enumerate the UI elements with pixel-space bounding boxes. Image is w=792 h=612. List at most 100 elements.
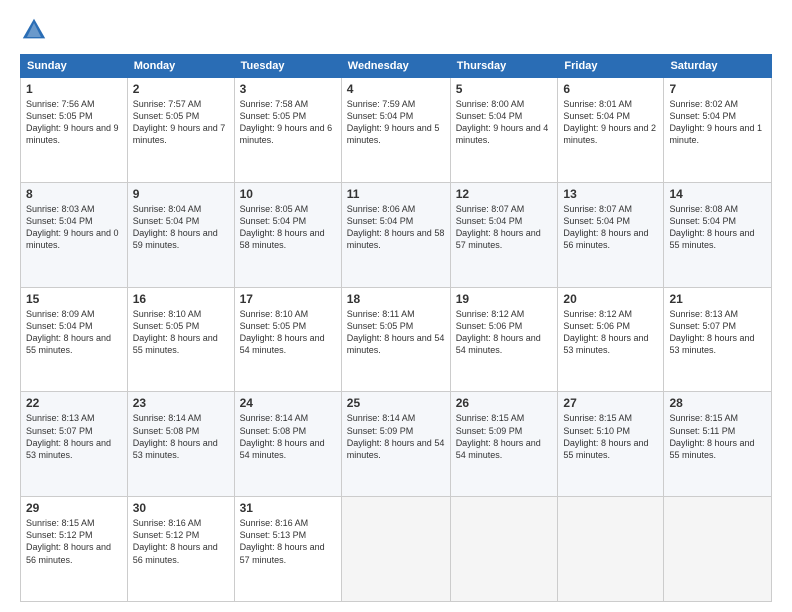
day-info: Sunrise: 7:57 AM Sunset: 5:05 PM Dayligh… xyxy=(133,98,229,147)
day-number: 13 xyxy=(563,187,658,201)
calendar-cell: 21 Sunrise: 8:13 AM Sunset: 5:07 PM Dayli… xyxy=(664,287,772,392)
calendar-cell: 3 Sunrise: 7:58 AM Sunset: 5:05 PM Daylig… xyxy=(234,78,341,183)
day-number: 18 xyxy=(347,292,445,306)
calendar-cell: 11 Sunrise: 8:06 AM Sunset: 5:04 PM Dayli… xyxy=(341,182,450,287)
calendar-table: SundayMondayTuesdayWednesdayThursdayFrid… xyxy=(20,54,772,602)
day-info: Sunrise: 8:12 AM Sunset: 5:06 PM Dayligh… xyxy=(456,308,553,357)
day-number: 5 xyxy=(456,82,553,96)
day-number: 1 xyxy=(26,82,122,96)
day-header-saturday: Saturday xyxy=(664,55,772,78)
day-info: Sunrise: 8:00 AM Sunset: 5:04 PM Dayligh… xyxy=(456,98,553,147)
day-info: Sunrise: 8:15 AM Sunset: 5:11 PM Dayligh… xyxy=(669,412,766,461)
calendar-cell: 7 Sunrise: 8:02 AM Sunset: 5:04 PM Daylig… xyxy=(664,78,772,183)
day-number: 24 xyxy=(240,396,336,410)
day-number: 11 xyxy=(347,187,445,201)
day-number: 30 xyxy=(133,501,229,515)
day-info: Sunrise: 8:15 AM Sunset: 5:12 PM Dayligh… xyxy=(26,517,122,566)
calendar-cell: 26Sunrise: 8:15 AM Sunset: 5:09 PM Dayli… xyxy=(450,392,558,497)
day-number: 6 xyxy=(563,82,658,96)
day-header-friday: Friday xyxy=(558,55,664,78)
day-info: Sunrise: 7:56 AM Sunset: 5:05 PM Dayligh… xyxy=(26,98,122,147)
calendar-week-1: 1 Sunrise: 7:56 AM Sunset: 5:05 PM Daylig… xyxy=(21,78,772,183)
day-number: 21 xyxy=(669,292,766,306)
day-number: 9 xyxy=(133,187,229,201)
day-number: 19 xyxy=(456,292,553,306)
day-info: Sunrise: 8:14 AM Sunset: 5:08 PM Dayligh… xyxy=(240,412,336,461)
calendar-cell: 31Sunrise: 8:16 AM Sunset: 5:13 PM Dayli… xyxy=(234,497,341,602)
calendar-week-3: 15 Sunrise: 8:09 AM Sunset: 5:04 PM Dayli… xyxy=(21,287,772,392)
calendar-cell: 25 Sunrise: 8:14 AM Sunset: 5:09 PM Dayli… xyxy=(341,392,450,497)
day-info: Sunrise: 8:11 AM Sunset: 5:05 PM Dayligh… xyxy=(347,308,445,357)
day-number: 10 xyxy=(240,187,336,201)
day-info: Sunrise: 8:06 AM Sunset: 5:04 PM Dayligh… xyxy=(347,203,445,252)
calendar-cell: 1 Sunrise: 7:56 AM Sunset: 5:05 PM Daylig… xyxy=(21,78,128,183)
calendar-cell: 24 Sunrise: 8:14 AM Sunset: 5:08 PM Dayli… xyxy=(234,392,341,497)
day-header-monday: Monday xyxy=(127,55,234,78)
calendar-cell: 16 Sunrise: 8:10 AM Sunset: 5:05 PM Dayli… xyxy=(127,287,234,392)
day-info: Sunrise: 8:07 AM Sunset: 5:04 PM Dayligh… xyxy=(563,203,658,252)
day-number: 8 xyxy=(26,187,122,201)
day-number: 2 xyxy=(133,82,229,96)
day-info: Sunrise: 8:02 AM Sunset: 5:04 PM Dayligh… xyxy=(669,98,766,147)
day-info: Sunrise: 8:13 AM Sunset: 5:07 PM Dayligh… xyxy=(26,412,122,461)
day-number: 28 xyxy=(669,396,766,410)
calendar-cell: 10Sunrise: 8:05 AM Sunset: 5:04 PM Dayli… xyxy=(234,182,341,287)
calendar-cell: 2 Sunrise: 7:57 AM Sunset: 5:05 PM Daylig… xyxy=(127,78,234,183)
day-info: Sunrise: 8:15 AM Sunset: 5:10 PM Dayligh… xyxy=(563,412,658,461)
day-number: 22 xyxy=(26,396,122,410)
calendar-cell: 6 Sunrise: 8:01 AM Sunset: 5:04 PM Daylig… xyxy=(558,78,664,183)
day-number: 4 xyxy=(347,82,445,96)
day-info: Sunrise: 8:08 AM Sunset: 5:04 PM Dayligh… xyxy=(669,203,766,252)
day-info: Sunrise: 8:16 AM Sunset: 5:12 PM Dayligh… xyxy=(133,517,229,566)
calendar-cell: 13 Sunrise: 8:07 AM Sunset: 5:04 PM Dayli… xyxy=(558,182,664,287)
day-number: 26 xyxy=(456,396,553,410)
calendar-cell: 22 Sunrise: 8:13 AM Sunset: 5:07 PM Dayli… xyxy=(21,392,128,497)
calendar-cell xyxy=(664,497,772,602)
calendar-cell: 15 Sunrise: 8:09 AM Sunset: 5:04 PM Dayli… xyxy=(21,287,128,392)
day-info: Sunrise: 8:14 AM Sunset: 5:09 PM Dayligh… xyxy=(347,412,445,461)
day-number: 3 xyxy=(240,82,336,96)
calendar-cell: 29 Sunrise: 8:15 AM Sunset: 5:12 PM Dayli… xyxy=(21,497,128,602)
day-header-thursday: Thursday xyxy=(450,55,558,78)
day-info: Sunrise: 8:07 AM Sunset: 5:04 PM Dayligh… xyxy=(456,203,553,252)
day-number: 15 xyxy=(26,292,122,306)
page: SundayMondayTuesdayWednesdayThursdayFrid… xyxy=(0,0,792,612)
calendar-cell xyxy=(450,497,558,602)
day-info: Sunrise: 8:10 AM Sunset: 5:05 PM Dayligh… xyxy=(240,308,336,357)
day-info: Sunrise: 8:09 AM Sunset: 5:04 PM Dayligh… xyxy=(26,308,122,357)
calendar-cell: 12Sunrise: 8:07 AM Sunset: 5:04 PM Dayli… xyxy=(450,182,558,287)
day-number: 14 xyxy=(669,187,766,201)
calendar-cell: 8 Sunrise: 8:03 AM Sunset: 5:04 PM Daylig… xyxy=(21,182,128,287)
logo xyxy=(20,16,52,44)
day-info: Sunrise: 8:12 AM Sunset: 5:06 PM Dayligh… xyxy=(563,308,658,357)
day-info: Sunrise: 7:59 AM Sunset: 5:04 PM Dayligh… xyxy=(347,98,445,147)
day-info: Sunrise: 8:03 AM Sunset: 5:04 PM Dayligh… xyxy=(26,203,122,252)
calendar-cell: 5 Sunrise: 8:00 AM Sunset: 5:04 PM Daylig… xyxy=(450,78,558,183)
calendar-cell: 17 Sunrise: 8:10 AM Sunset: 5:05 PM Dayli… xyxy=(234,287,341,392)
calendar-week-5: 29 Sunrise: 8:15 AM Sunset: 5:12 PM Dayli… xyxy=(21,497,772,602)
day-info: Sunrise: 8:13 AM Sunset: 5:07 PM Dayligh… xyxy=(669,308,766,357)
day-number: 29 xyxy=(26,501,122,515)
day-number: 16 xyxy=(133,292,229,306)
day-number: 31 xyxy=(240,501,336,515)
calendar-cell: 9Sunrise: 8:04 AM Sunset: 5:04 PM Daylig… xyxy=(127,182,234,287)
day-number: 17 xyxy=(240,292,336,306)
day-info: Sunrise: 8:01 AM Sunset: 5:04 PM Dayligh… xyxy=(563,98,658,147)
calendar-cell: 28 Sunrise: 8:15 AM Sunset: 5:11 PM Dayli… xyxy=(664,392,772,497)
day-number: 27 xyxy=(563,396,658,410)
day-info: Sunrise: 7:58 AM Sunset: 5:05 PM Dayligh… xyxy=(240,98,336,147)
day-info: Sunrise: 8:14 AM Sunset: 5:08 PM Dayligh… xyxy=(133,412,229,461)
day-number: 25 xyxy=(347,396,445,410)
day-header-wednesday: Wednesday xyxy=(341,55,450,78)
header xyxy=(20,16,772,44)
calendar-week-2: 8 Sunrise: 8:03 AM Sunset: 5:04 PM Daylig… xyxy=(21,182,772,287)
calendar-cell: 19 Sunrise: 8:12 AM Sunset: 5:06 PM Dayli… xyxy=(450,287,558,392)
calendar-header-row: SundayMondayTuesdayWednesdayThursdayFrid… xyxy=(21,55,772,78)
day-number: 23 xyxy=(133,396,229,410)
calendar-cell: 23 Sunrise: 8:14 AM Sunset: 5:08 PM Dayli… xyxy=(127,392,234,497)
calendar-cell: 27 Sunrise: 8:15 AM Sunset: 5:10 PM Dayli… xyxy=(558,392,664,497)
day-info: Sunrise: 8:10 AM Sunset: 5:05 PM Dayligh… xyxy=(133,308,229,357)
calendar-cell: 18 Sunrise: 8:11 AM Sunset: 5:05 PM Dayli… xyxy=(341,287,450,392)
day-number: 7 xyxy=(669,82,766,96)
calendar-cell: 30 Sunrise: 8:16 AM Sunset: 5:12 PM Dayli… xyxy=(127,497,234,602)
